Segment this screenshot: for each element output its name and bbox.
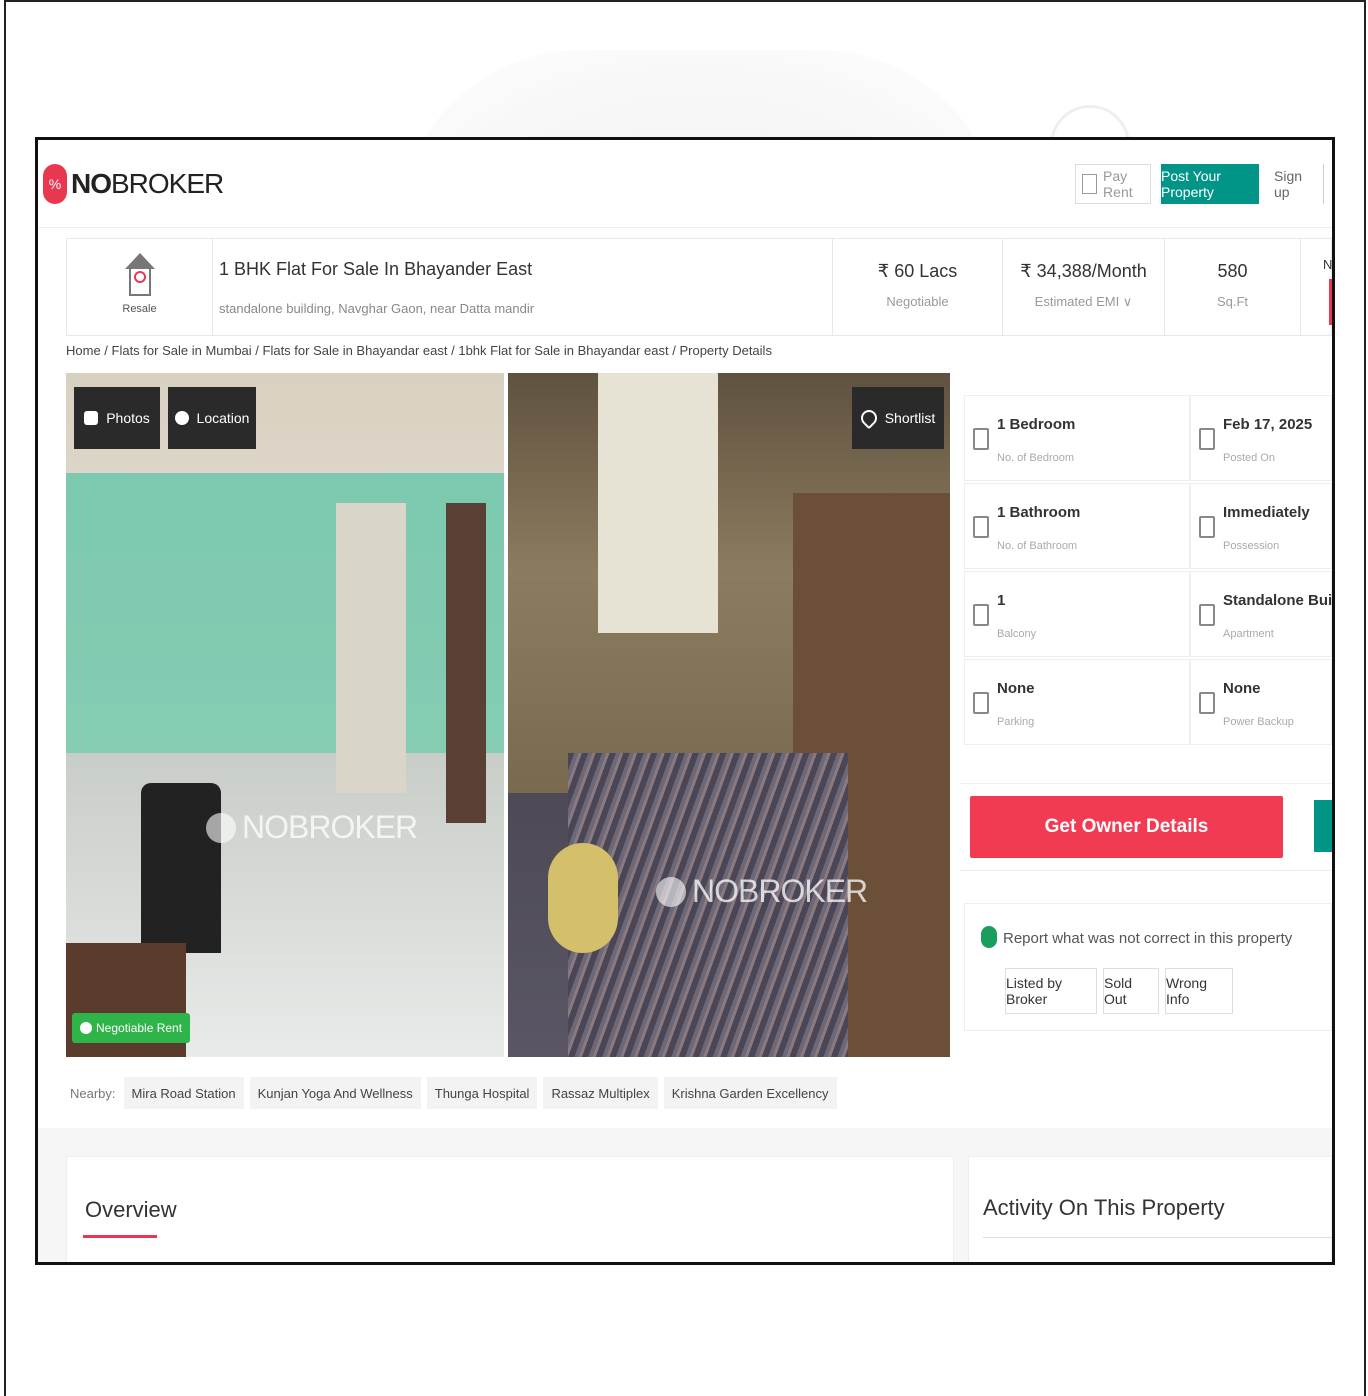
property-title: 1 BHK Flat For Sale In Bhayander East [219, 259, 533, 279]
pay-rent-button[interactable]: Pay Rent [1075, 164, 1151, 204]
property-address: standalone building, Navghar Gaon, near … [219, 301, 535, 316]
heart-icon [857, 406, 881, 430]
secondary-contact-button[interactable] [1314, 800, 1332, 852]
key-icon [1199, 516, 1215, 538]
activity-card: Activity On This Property [968, 1156, 1332, 1262]
location-button[interactable]: Location [168, 387, 256, 449]
breadcrumb[interactable]: Home / Flats for Sale in Mumbai / Flats … [66, 343, 772, 358]
area-label: Sq.Ft [1216, 294, 1249, 309]
sign-up-link[interactable]: Sign up [1274, 164, 1324, 204]
price-value: ₹ 60 Lacs [877, 261, 958, 281]
negotiable-rent-badge: Negotiable Rent [72, 1013, 191, 1043]
photo-gallery[interactable]: NOBROKER NOBROKER Photos Location Shortl… [66, 373, 950, 1057]
top-navbar: % NOBROKER Pay Rent Post Your Property S… [38, 140, 1332, 228]
emi-value: ₹ 34,388/Month [1020, 261, 1147, 281]
logo-text: NOBROKER [71, 168, 224, 199]
nobroker-watermark: NOBROKER [656, 873, 868, 910]
post-property-button[interactable]: Post Your Property [1161, 164, 1259, 204]
listed-by-broker-button[interactable]: Listed by Broker [1005, 968, 1097, 1014]
gallery-divider [504, 373, 508, 1057]
nearby-label: Nearby: [70, 1085, 116, 1101]
report-title: Report what was not correct in this prop… [1003, 930, 1293, 947]
property-summary-bar: Resale 1 BHK Flat For Sale In Bhayander … [66, 238, 1332, 336]
activity-divider [983, 1237, 1332, 1238]
report-section: Report what was not correct in this prop… [964, 903, 1332, 1031]
location-pin-icon [174, 411, 189, 425]
shortlist-label: Shortlist [884, 410, 936, 426]
location-label: Location [196, 410, 250, 426]
resale-badge: Resale [67, 239, 213, 335]
price-cell: ₹ 60 Lacs Negotiable [832, 239, 1002, 335]
owner-contact-section: Get Owner Details [960, 783, 1332, 871]
sold-out-button[interactable]: Sold Out [1103, 968, 1159, 1014]
overview-tab[interactable]: Overview [85, 1197, 177, 1223]
house-icon [124, 253, 155, 297]
spec-building-type: Standalone BuildingApartment [1190, 571, 1332, 657]
shortlist-button[interactable]: Shortlist [852, 387, 944, 449]
area-value: 580 [1217, 261, 1248, 281]
pay-rent-label: Pay Rent [1103, 168, 1133, 200]
cut-off-label: Ne [1323, 257, 1333, 272]
area-cell: 580 Sq.Ft [1164, 239, 1300, 335]
wrong-info-button[interactable]: Wrong Info [1165, 968, 1233, 1014]
receipt-icon [1082, 174, 1098, 194]
bed-icon [973, 428, 989, 450]
spec-power-backup: None Power Backup [1190, 659, 1332, 745]
negotiable-rent-label: Negotiable Rent [96, 1021, 183, 1035]
nearby-chip[interactable]: Krishna Garden Excellency [663, 1077, 837, 1109]
price-label: Negotiable [886, 294, 949, 309]
spec-bedroom: 1 Bedroom No. of Bedroom [964, 395, 1190, 481]
nearby-chip[interactable]: Thunga Hospital [426, 1077, 538, 1109]
resale-label: Resale [122, 303, 157, 315]
bath-icon [973, 516, 989, 538]
spec-parking: None Parking [964, 659, 1190, 745]
activity-title: Activity On This Property [983, 1195, 1225, 1220]
building-icon [1199, 604, 1215, 626]
get-owner-details-button[interactable]: Get Owner Details [970, 796, 1283, 858]
nobroker-logo[interactable]: % NOBROKER [43, 164, 224, 204]
cut-off-red-accent [1329, 279, 1332, 325]
nearby-chip[interactable]: Rassaz Multiplex [543, 1077, 658, 1109]
photos-label: Photos [106, 410, 150, 426]
power-icon [1199, 692, 1215, 714]
bedroom-photo[interactable] [508, 373, 950, 1057]
car-icon [973, 692, 989, 714]
nobroker-watermark: NOBROKER [206, 809, 418, 846]
emi-cell[interactable]: ₹ 34,388/Month Estimated EMI ∨ [1002, 239, 1164, 335]
spec-posted-on: Feb 17, 2025 Posted On [1190, 395, 1332, 481]
living-room-photo[interactable] [66, 373, 504, 1057]
spec-balcony: 1 Balcony [964, 571, 1190, 657]
screenshot-frame: % NOBROKER Pay Rent Post Your Property S… [35, 137, 1335, 1265]
overview-tab-underline [83, 1235, 157, 1238]
info-icon [80, 1022, 92, 1034]
logo-icon: % [43, 164, 67, 204]
photos-button[interactable]: Photos [74, 387, 160, 449]
property-specs-grid: 1 Bedroom No. of Bedroom Feb 17, 2025 Post… [964, 395, 1332, 751]
camera-icon [84, 411, 99, 425]
nearby-chip[interactable]: Kunjan Yoga And Wellness [249, 1077, 421, 1109]
alert-icon [981, 926, 997, 948]
spec-bathroom: 1 Bathroom No. of Bathroom [964, 483, 1190, 569]
calendar-icon [1199, 428, 1215, 450]
spec-possession: Immediately Possession [1190, 483, 1332, 569]
nearby-chip[interactable]: Mira Road Station [123, 1077, 244, 1109]
overview-card: Overview [66, 1156, 954, 1262]
nearby-places: Nearby: Mira Road Station Kunjan Yoga An… [66, 1070, 956, 1116]
balcony-icon [973, 604, 989, 626]
emi-label: Estimated EMI ∨ [1034, 294, 1133, 309]
